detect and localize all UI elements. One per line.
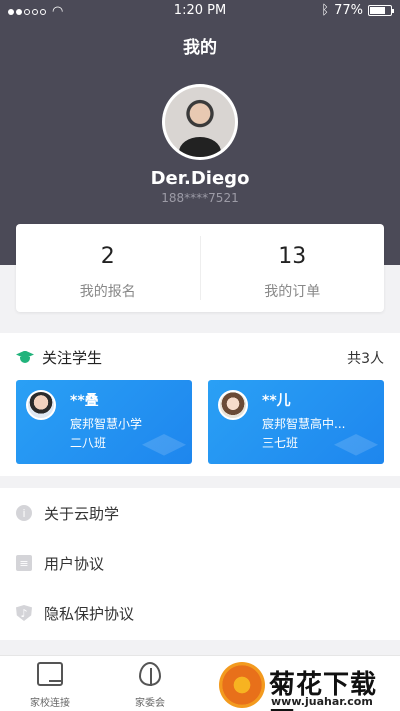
menu-item-user-agreement[interactable]: ≡ 用户协议 xyxy=(0,538,400,588)
stat-value: 2 xyxy=(100,244,115,269)
stats-card: 2 我的报名 13 我的订单 xyxy=(16,224,384,312)
bluetooth-icon: ᛒ xyxy=(321,3,330,18)
settings-menu: i 关于云助学 ≡ 用户协议 ♪ 隐私保护协议 xyxy=(0,488,400,640)
student-name: **叠 xyxy=(70,393,99,409)
document-icon: ≡ xyxy=(16,555,32,571)
tab-home-school[interactable]: 家校连接 xyxy=(0,662,100,709)
avatar-image xyxy=(165,87,235,157)
tab-label: 家委会 xyxy=(135,698,165,709)
watermark-url: www.juahar.com xyxy=(271,695,373,708)
status-bar: ◠ 1:20 PM ᛒ 77% xyxy=(0,0,400,22)
user-phone: 188****7521 xyxy=(161,191,239,205)
tab-parent-committee[interactable]: 家委会 xyxy=(100,662,200,709)
student-school: 宸邦智慧小学 xyxy=(70,417,143,431)
menu-item-about[interactable]: i 关于云助学 xyxy=(0,488,400,538)
shield-icon: ♪ xyxy=(16,605,32,621)
followed-students-section: 关注学生 共3人 **叠 宸邦智慧小学 二八班 **儿 宸邦智慧高中... 三七… xyxy=(0,333,400,476)
student-avatar xyxy=(26,390,56,420)
student-school: 宸邦智慧高中... xyxy=(262,417,346,431)
stat-label: 我的订单 xyxy=(264,284,321,300)
user-avatar[interactable] xyxy=(162,84,238,160)
menu-label: 用户协议 xyxy=(44,554,105,573)
stat-label: 我的报名 xyxy=(79,284,136,300)
students-title: 关注学生 xyxy=(42,349,103,367)
menu-label: 关于云助学 xyxy=(44,504,120,523)
site-watermark: 菊花下载网 www.juahar.com xyxy=(215,660,400,711)
leaf-tab-icon xyxy=(139,662,161,686)
battery-icon xyxy=(368,5,394,16)
info-icon: i xyxy=(16,505,32,521)
tab-label: 家校连接 xyxy=(30,698,70,709)
graduation-cap-icon xyxy=(16,351,34,365)
students-count[interactable]: 共3人 xyxy=(347,348,384,368)
student-name: **儿 xyxy=(262,393,291,409)
stat-registrations[interactable]: 2 我的报名 xyxy=(16,224,200,312)
phone-tab-icon xyxy=(37,662,63,686)
menu-item-privacy[interactable]: ♪ 隐私保护协议 xyxy=(0,588,400,638)
stat-orders[interactable]: 13 我的订单 xyxy=(199,236,385,300)
menu-label: 隐私保护协议 xyxy=(44,604,135,623)
students-header: 关注学生 xyxy=(16,347,102,368)
status-right: ᛒ 77% xyxy=(321,3,394,18)
chrysanthemum-logo-icon xyxy=(219,662,265,708)
user-name: Der.Diego xyxy=(150,168,250,189)
student-card[interactable]: **叠 宸邦智慧小学 二八班 xyxy=(16,380,192,464)
student-class: 三七班 xyxy=(262,436,299,450)
student-class: 二八班 xyxy=(70,436,107,450)
stat-value: 13 xyxy=(278,244,307,269)
student-avatar xyxy=(218,390,248,420)
student-card[interactable]: **儿 宸邦智慧高中... 三七班 xyxy=(208,380,384,464)
battery-percent: 77% xyxy=(334,3,363,18)
page-title: 我的 xyxy=(183,38,217,58)
